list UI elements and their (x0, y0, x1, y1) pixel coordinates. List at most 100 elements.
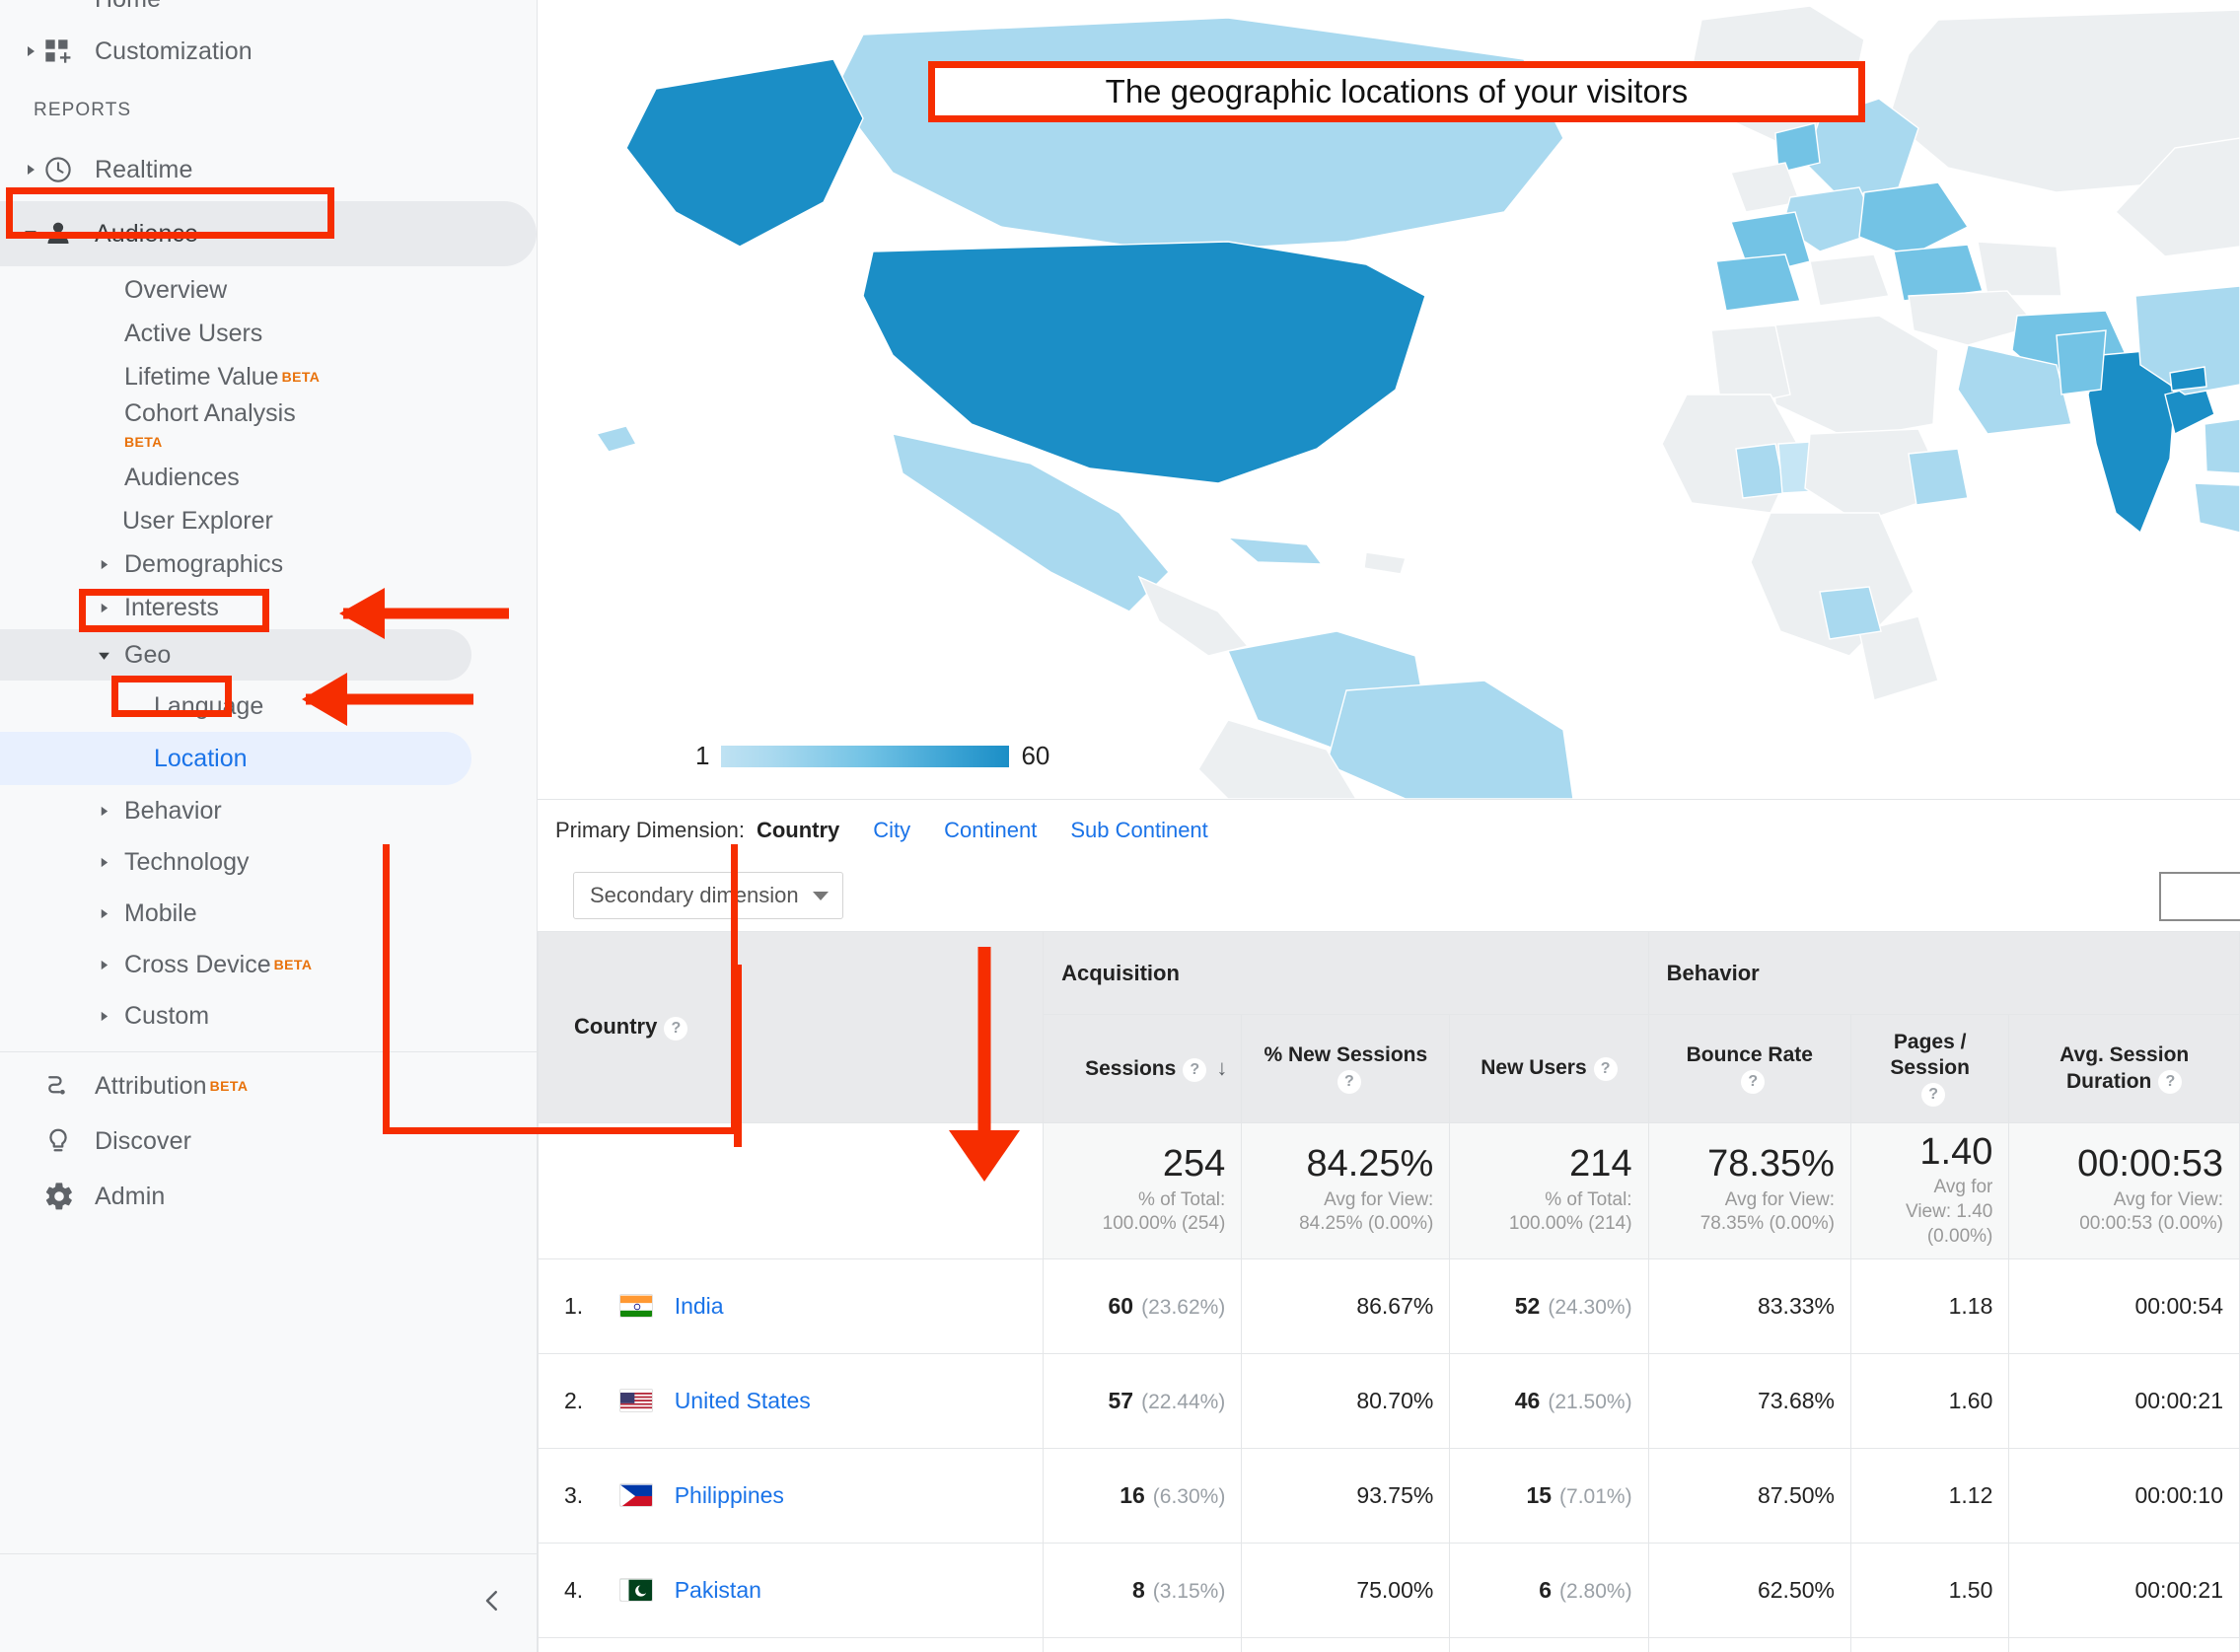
table-row[interactable]: 1. India 60 (23.62%) 86.67% 52 (24.30%) 83… (538, 1258, 2240, 1354)
row-country-cell[interactable]: 2. United States (538, 1353, 1045, 1449)
sidebar-item-discover[interactable]: Discover (0, 1113, 537, 1169)
sidebar-item-lifetime-value[interactable]: Lifetime Value BETA (0, 355, 537, 398)
sidebar-item-admin[interactable]: Admin (0, 1169, 537, 1224)
sidebar-item-cohort-analysis[interactable]: Cohort Analysis BETA (0, 398, 537, 456)
row-avg-duration-cell: 00:08:13 (2008, 1637, 2240, 1652)
world-map[interactable]: 1 60 The geographic locations of your vi… (538, 0, 2240, 799)
sidebar-item-custom[interactable]: Custom (0, 990, 537, 1041)
column-header-country[interactable]: Country? (538, 931, 1045, 1123)
sidebar-item-user-explorer[interactable]: User Explorer (0, 499, 537, 542)
summary-cell-avg-duration: 00:00:53 Avg for View: 00:00:53 (0.00%) (2008, 1122, 2240, 1259)
column-header-pages-session[interactable]: Pages / Session? (1849, 1014, 2010, 1123)
row-country-name[interactable]: India (675, 1293, 724, 1319)
flag-us-icon (618, 1389, 653, 1412)
column-header-sessions[interactable]: Sessions? ↓ (1043, 1014, 1243, 1123)
row-country-cell[interactable]: 1. India (538, 1258, 1045, 1354)
legend-min-value: 1 (695, 741, 710, 770)
row-country-name[interactable]: Philippines (675, 1482, 784, 1508)
sidebar-item-label: Overview (124, 275, 228, 304)
sidebar-item-mobile[interactable]: Mobile (0, 888, 537, 939)
row-bounce-rate-cell: 33.33% (1647, 1637, 1851, 1652)
sidebar-collapse-button[interactable] (0, 1553, 537, 1652)
row-sessions-value: 60 (1108, 1293, 1134, 1319)
sidebar-item-realtime[interactable]: Realtime (0, 138, 537, 201)
row-pages-session-cell: 1.12 (1849, 1448, 2010, 1544)
row-new-users-value: 15 (1526, 1482, 1553, 1508)
table-group-header-row: Country? Acquisition Behavior (538, 931, 2240, 1123)
sidebar-item-cross-device[interactable]: Cross Device BETA (0, 939, 537, 990)
sidebar-item-attribution[interactable]: Attribution BETA (0, 1058, 537, 1113)
summary-cell-new-sessions: 84.25% Avg for View: 84.25% (0.00%) (1241, 1122, 1451, 1259)
summary-value: 00:00:53 (2077, 1142, 2223, 1185)
column-header-new-users[interactable]: New Users? (1449, 1014, 1649, 1123)
row-rank: 1. (564, 1293, 584, 1319)
secondary-dimension-label: Secondary dimension (590, 883, 799, 907)
dimension-tab-sub-continent[interactable]: Sub Continent (1070, 818, 1207, 843)
sidebar-item-label: Language (154, 691, 264, 720)
sidebar-item-audiences[interactable]: Audiences (0, 456, 537, 499)
summary-value: 84.25% (1306, 1142, 1434, 1185)
table-row[interactable]: 3. Philippines 16 (6.30%) 93.75% 15 (7.01%… (538, 1448, 2240, 1544)
dimension-tab-city[interactable]: City (873, 818, 910, 843)
table-row[interactable]: 2. United States 57 (22.44%) 80.70% 46 (21… (538, 1353, 2240, 1449)
row-new-users-cell: 1(0.47%) (1449, 1637, 1649, 1652)
help-icon[interactable]: ? (1183, 1057, 1207, 1082)
table-search-input[interactable] (2159, 872, 2240, 921)
row-country-cell[interactable]: 5. Benin (538, 1637, 1045, 1652)
help-icon[interactable]: ? (1337, 1069, 1361, 1094)
secondary-dimension-dropdown[interactable]: Secondary dimension (573, 872, 843, 919)
sidebar-item-location[interactable]: Location (0, 732, 471, 785)
sidebar-item-active-users[interactable]: Active Users (0, 312, 537, 355)
help-icon[interactable]: ? (1921, 1083, 1946, 1108)
column-header-new-sessions[interactable]: % New Sessions? (1241, 1014, 1451, 1123)
row-new-users-cell: 6 (2.80%) (1449, 1543, 1649, 1638)
row-country-cell[interactable]: 4. Pakistan (538, 1543, 1045, 1638)
dimension-tab-country[interactable]: Country (757, 818, 839, 843)
column-header-avg-duration[interactable]: Avg. Session Duration? (2008, 1014, 2240, 1123)
sidebar-item-geo[interactable]: Geo (0, 629, 471, 681)
sidebar-item-home[interactable]: Home (0, 0, 537, 20)
clock-icon (43, 155, 95, 184)
row-bounce-rate-cell: 62.50% (1647, 1543, 1851, 1638)
column-header-bounce-rate[interactable]: Bounce Rate? (1647, 1014, 1851, 1123)
row-sessions-cell: 60 (23.62%) (1043, 1258, 1243, 1354)
chevron-left-icon (477, 1586, 507, 1620)
help-icon[interactable]: ? (664, 1016, 688, 1041)
chevron-down-icon (91, 649, 116, 662)
sidebar-item-label: Cross Device (124, 950, 271, 978)
legend-max-value: 60 (1021, 741, 1050, 770)
sidebar-item-demographics[interactable]: Demographics (0, 542, 537, 586)
flag-ph-icon (618, 1483, 653, 1507)
sidebar-item-technology[interactable]: Technology (0, 836, 537, 888)
row-sessions-pct: (22.44%) (1141, 1391, 1226, 1413)
sidebar-item-language[interactable]: Language (0, 681, 537, 732)
help-icon[interactable]: ? (1741, 1069, 1766, 1094)
sidebar-item-label: Mobile (124, 898, 197, 927)
group-header-behavior: Behavior (1647, 931, 2240, 1015)
table-row[interactable]: 5. Benin 6(2.36%) 16.67% 1(0.47%) 33.33% (538, 1637, 2240, 1652)
help-icon[interactable]: ? (2158, 1069, 2183, 1094)
column-header-bounce-rate-label: Bounce Rate (1686, 1043, 1813, 1067)
sidebar-item-overview[interactable]: Overview (0, 268, 537, 312)
dimension-tab-continent[interactable]: Continent (944, 818, 1037, 843)
sidebar-item-behavior[interactable]: Behavior (0, 785, 537, 836)
help-icon[interactable]: ? (1593, 1056, 1618, 1081)
group-header-acquisition: Acquisition (1043, 931, 1649, 1015)
row-country-name[interactable]: United States (675, 1388, 811, 1413)
row-new-sessions-cell: 86.67% (1241, 1258, 1451, 1354)
sidebar: Home Customization REPORTS (0, 0, 538, 1652)
chevron-right-icon (91, 960, 116, 970)
row-country-cell[interactable]: 3. Philippines (538, 1448, 1045, 1544)
row-bounce-rate-cell: 73.68% (1647, 1353, 1851, 1449)
table-row[interactable]: 4. Pakistan 8 (3.15%) 75.00% 6 (2.80%) 62.… (538, 1543, 2240, 1638)
table-summary-row: 254 % of Total: 100.00% (254) 84.25% Avg… (538, 1122, 2240, 1259)
chevron-right-icon (91, 806, 116, 817)
sidebar-item-label: Realtime (95, 155, 193, 183)
sidebar-item-audience[interactable]: Audience (0, 201, 537, 266)
summary-note-2: 00:00:53 (0.00%) (2079, 1213, 2223, 1235)
legend-gradient-bar (721, 745, 1010, 767)
row-country-name[interactable]: Pakistan (675, 1577, 761, 1603)
sidebar-item-customization[interactable]: Customization (0, 20, 537, 83)
sidebar-item-interests[interactable]: Interests (0, 586, 537, 629)
sort-desc-icon[interactable]: ↓ (1216, 1055, 1227, 1080)
